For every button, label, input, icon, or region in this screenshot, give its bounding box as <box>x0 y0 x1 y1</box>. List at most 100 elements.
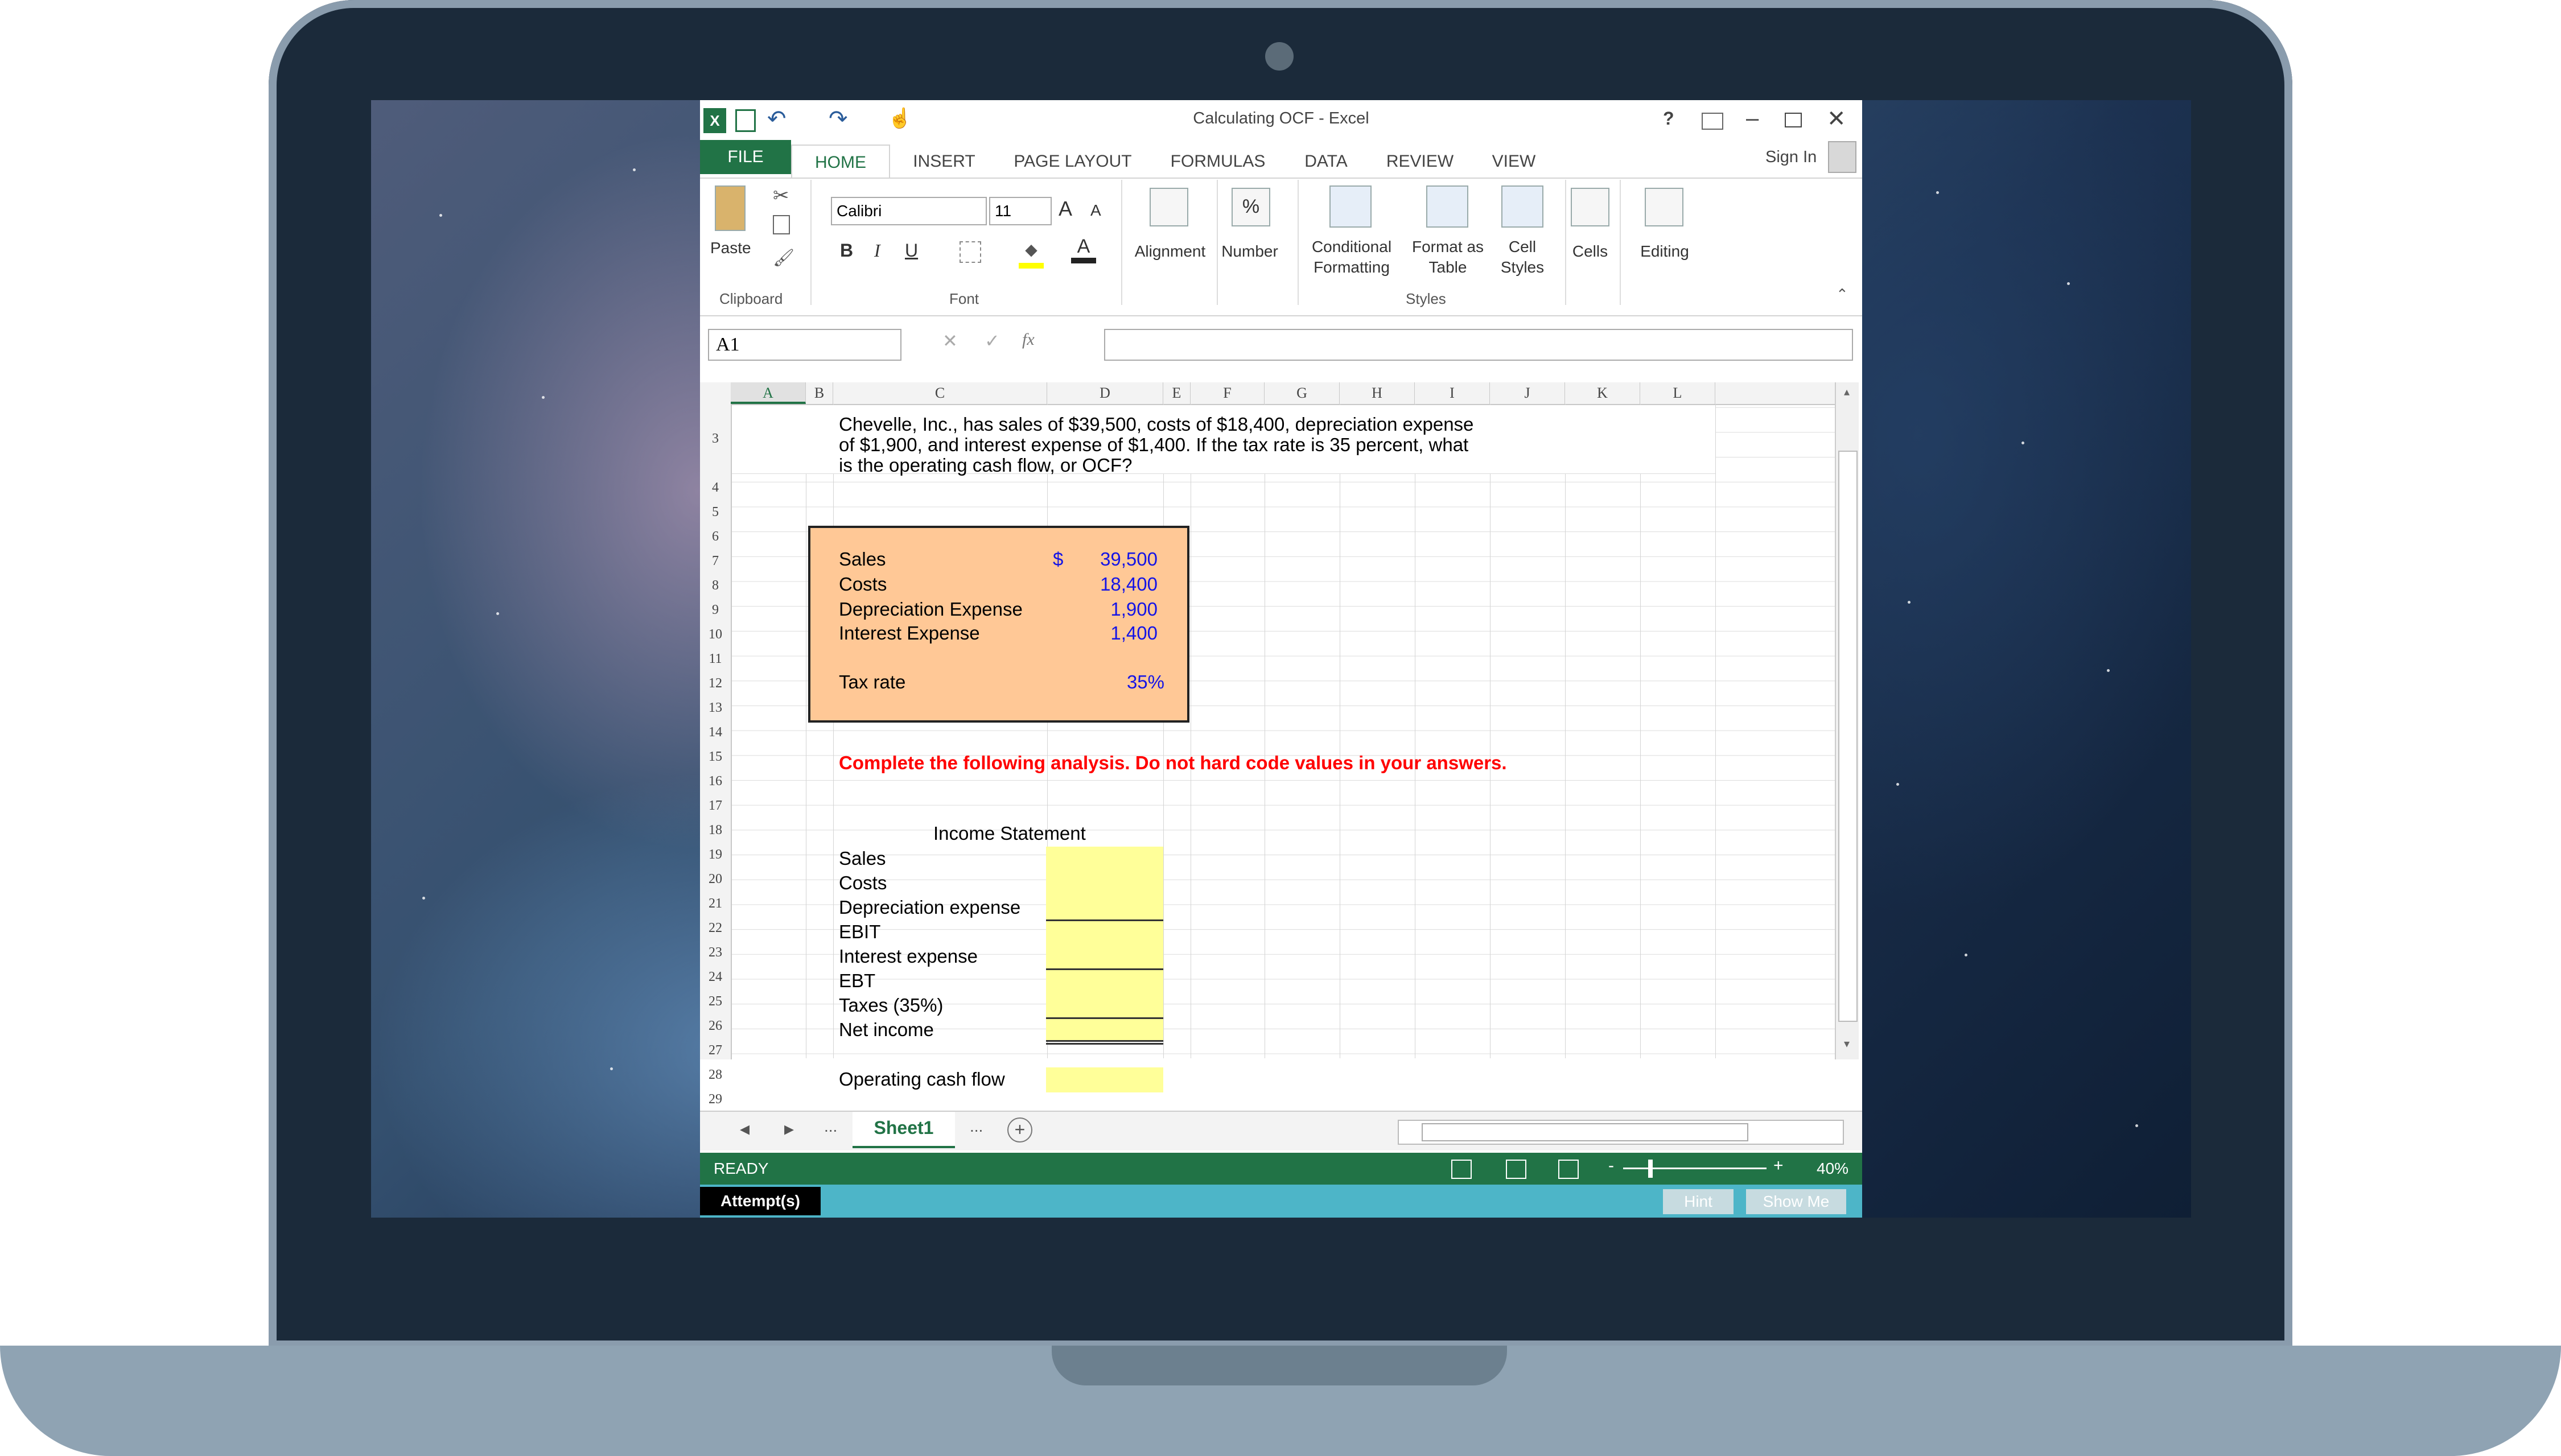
column-header[interactable]: D <box>1047 382 1163 404</box>
row-header[interactable]: 9 <box>700 603 731 618</box>
row-header[interactable]: 28 <box>700 1067 731 1083</box>
row-header[interactable]: 10 <box>700 627 731 642</box>
close-icon[interactable]: ✕ <box>1827 106 1846 132</box>
vertical-scroll-thumb[interactable] <box>1838 451 1858 1022</box>
is-net-income-label[interactable]: Net income <box>839 1019 934 1041</box>
is-ebit-label[interactable]: EBIT <box>839 921 880 943</box>
formula-input[interactable] <box>1104 329 1853 361</box>
tab-data[interactable]: DATA <box>1292 145 1360 179</box>
scroll-down-icon[interactable]: ▾ <box>1837 1037 1856 1054</box>
help-button[interactable]: ? <box>1663 108 1674 129</box>
row-header[interactable]: 22 <box>700 921 731 936</box>
tab-view[interactable]: VIEW <box>1480 145 1548 179</box>
input-depreciation-label[interactable]: Depreciation Expense <box>839 599 1023 620</box>
paste-icon[interactable] <box>715 185 746 231</box>
column-header[interactable]: G <box>1265 382 1340 404</box>
income-statement-title[interactable]: Income Statement <box>933 823 1086 844</box>
column-header[interactable]: L <box>1640 382 1715 404</box>
format-as-table-button[interactable]: Format as Table <box>1408 237 1488 278</box>
scroll-up-icon[interactable]: ▴ <box>1837 385 1856 402</box>
row-header[interactable]: 11 <box>700 651 731 667</box>
row-header[interactable]: 23 <box>700 945 731 960</box>
next-sheet-button[interactable]: ▸ <box>784 1117 794 1140</box>
column-header[interactable]: J <box>1490 382 1565 404</box>
row-header[interactable]: 21 <box>700 896 731 911</box>
tab-home[interactable]: HOME <box>791 145 890 179</box>
is-taxes-label[interactable]: Taxes (35%) <box>839 995 943 1016</box>
is-costs-label[interactable]: Costs <box>839 872 887 894</box>
cells-icon[interactable] <box>1571 188 1609 226</box>
column-header[interactable]: H <box>1340 382 1415 404</box>
percent-icon[interactable]: % <box>1232 188 1270 226</box>
hint-button[interactable]: Hint <box>1663 1189 1734 1214</box>
alignment-button[interactable]: Alignment <box>1130 242 1210 261</box>
row-header[interactable]: 29 <box>700 1092 731 1107</box>
input-interest-value[interactable]: 1,400 <box>1067 622 1158 644</box>
zoom-out-button[interactable]: - <box>1608 1156 1614 1175</box>
editing-button[interactable]: Editing <box>1633 242 1696 261</box>
insert-function-button[interactable]: fx <box>1022 330 1035 349</box>
more-sheets-left[interactable]: ... <box>824 1117 837 1136</box>
alignment-icon[interactable] <box>1150 188 1188 226</box>
row-header[interactable]: 13 <box>700 700 731 716</box>
page-layout-view-icon[interactable] <box>1506 1160 1526 1179</box>
underline-button[interactable]: U <box>905 240 918 261</box>
show-me-button[interactable]: Show Me <box>1746 1189 1846 1214</box>
is-sales-label[interactable]: Sales <box>839 848 886 869</box>
row-header[interactable]: 3 <box>700 431 731 447</box>
row-header[interactable]: 6 <box>700 529 731 545</box>
page-break-view-icon[interactable] <box>1558 1160 1579 1179</box>
is-depreciation-label[interactable]: Depreciation expense <box>839 897 1020 918</box>
column-header[interactable]: C <box>833 382 1047 404</box>
answer-cells[interactable] <box>1046 847 1163 1040</box>
collapse-ribbon-icon[interactable]: ⌃ <box>1836 286 1848 303</box>
input-sales-label[interactable]: Sales <box>839 548 886 570</box>
input-costs-label[interactable]: Costs <box>839 574 887 595</box>
restore-icon[interactable] <box>1785 113 1802 127</box>
row-header[interactable]: 25 <box>700 994 731 1009</box>
zoom-level[interactable]: 40% <box>1817 1160 1848 1178</box>
zoom-in-button[interactable]: + <box>1773 1156 1784 1175</box>
row-header[interactable]: 27 <box>700 1043 731 1058</box>
cut-icon[interactable]: ✂ <box>773 184 789 207</box>
conditional-formatting-button[interactable]: Conditional Formatting <box>1303 237 1400 278</box>
minimize-icon[interactable]: – <box>1746 106 1759 131</box>
problem-text[interactable]: Chevelle, Inc., has sales of $39,500, co… <box>839 414 1473 476</box>
fill-color-icon[interactable]: ◆ <box>1019 240 1044 269</box>
conditional-formatting-icon[interactable] <box>1329 185 1372 228</box>
instruction-text[interactable]: Complete the following analysis. Do not … <box>839 752 1507 774</box>
column-header[interactable]: B <box>806 382 833 404</box>
column-header[interactable]: F <box>1191 382 1265 404</box>
bold-button[interactable]: B <box>840 240 853 261</box>
tab-insert[interactable]: INSERT <box>901 145 987 179</box>
row-header[interactable]: 15 <box>700 749 731 765</box>
row-header[interactable]: 24 <box>700 970 731 985</box>
grow-font-button[interactable]: A <box>1059 197 1072 221</box>
font-name-select[interactable]: Calibri <box>831 197 987 225</box>
input-depreciation-value[interactable]: 1,900 <box>1067 599 1158 620</box>
format-as-table-icon[interactable] <box>1426 185 1468 228</box>
number-button[interactable]: Number <box>1219 242 1280 261</box>
column-header[interactable]: E <box>1163 382 1191 404</box>
input-sales-currency[interactable]: $ <box>1053 548 1063 570</box>
ribbon-display-icon[interactable] <box>1702 113 1723 130</box>
horizontal-scroll-thumb[interactable] <box>1422 1123 1748 1141</box>
font-size-select[interactable]: 11 <box>989 197 1052 225</box>
row-header[interactable]: 5 <box>700 505 731 520</box>
horizontal-scrollbar[interactable] <box>1398 1120 1844 1145</box>
borders-icon[interactable] <box>960 241 981 263</box>
input-sales-value[interactable]: 39,500 <box>1067 548 1158 570</box>
column-header[interactable]: I <box>1415 382 1490 404</box>
row-header[interactable]: 16 <box>700 774 731 789</box>
tab-file[interactable]: FILE <box>700 140 791 174</box>
column-header[interactable]: A <box>731 382 806 404</box>
tab-formulas[interactable]: FORMULAS <box>1161 145 1275 179</box>
shrink-font-button[interactable]: A <box>1090 201 1101 220</box>
cell-styles-icon[interactable] <box>1501 185 1543 228</box>
input-interest-label[interactable]: Interest Expense <box>839 622 980 644</box>
input-tax-value[interactable]: 35% <box>1067 671 1164 693</box>
italic-button[interactable]: I <box>874 240 880 261</box>
row-header[interactable]: 17 <box>700 798 731 814</box>
row-header[interactable]: 26 <box>700 1018 731 1034</box>
more-sheets-right[interactable]: ... <box>970 1117 983 1136</box>
